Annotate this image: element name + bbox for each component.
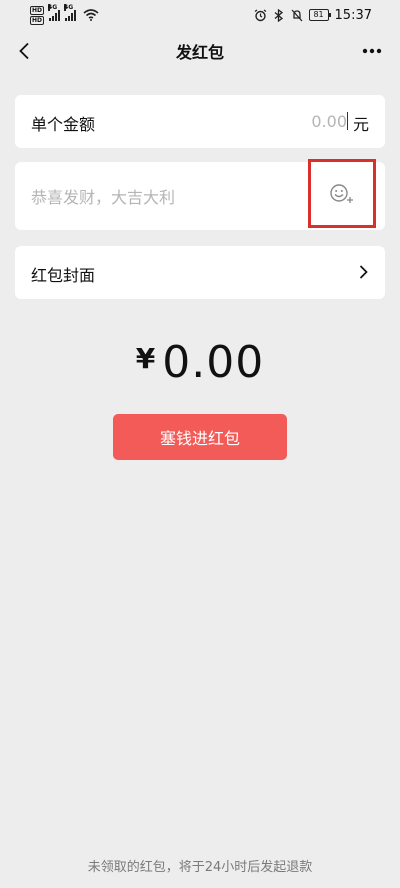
- emoji-button[interactable]: [308, 159, 376, 228]
- bell-muted-icon: [291, 9, 303, 21]
- nav-bar: 发红包: [0, 30, 400, 72]
- hd-badge: HD: [30, 5, 45, 15]
- bluetooth-icon: [274, 8, 283, 22]
- more-options-button[interactable]: [358, 37, 386, 65]
- chevron-right-icon: [353, 262, 373, 282]
- hd-indicators: HD HD: [30, 5, 45, 25]
- amount-label: 单个金额: [31, 115, 96, 134]
- refund-notice: 未领取的红包，将于24小时后发起退款: [87, 860, 313, 875]
- amount-card: 单个金额 元: [15, 95, 385, 148]
- wifi-icon: [83, 9, 99, 21]
- amount-input[interactable]: [257, 110, 347, 132]
- greeting-message-input[interactable]: [31, 186, 301, 208]
- system-indicators: 81 15:37: [254, 4, 372, 26]
- network-type-label: 4G: [48, 4, 58, 11]
- clock: 15:37: [334, 7, 372, 23]
- battery-icon: 81: [308, 9, 331, 21]
- hd-badge: HD: [30, 15, 45, 25]
- alarm-icon: [254, 9, 266, 21]
- status-bar: HD HD 4G 4G 81 15:37: [0, 0, 400, 30]
- total-amount: ¥0.00: [0, 337, 400, 388]
- text-cursor: [347, 112, 348, 130]
- red-packet-cover-row[interactable]: 红包封面: [15, 246, 385, 299]
- more-icon: [362, 48, 382, 54]
- emoji-add-icon: [330, 183, 353, 203]
- greeting-card: [15, 159, 385, 230]
- total-amount-value: 0.00: [162, 337, 265, 388]
- signal-icon: 4G: [48, 4, 61, 21]
- signal-icon: 4G: [64, 4, 77, 21]
- network-type-label: 4G: [64, 4, 74, 11]
- currency-unit-label: 元: [352, 115, 369, 134]
- cover-label: 红包封面: [31, 266, 96, 285]
- network-indicators: HD HD 4G 4G: [30, 4, 99, 26]
- submit-red-packet-button[interactable]: 塞钱进红包: [113, 414, 287, 460]
- page-title: 发红包: [175, 43, 224, 62]
- currency-symbol: ¥: [135, 342, 157, 375]
